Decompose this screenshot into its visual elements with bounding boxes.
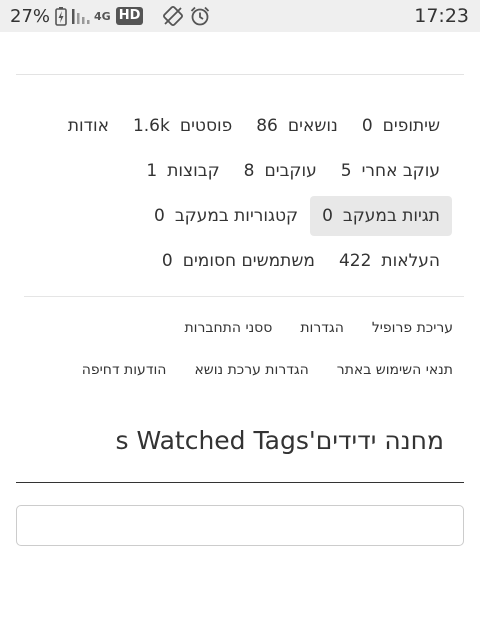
network-type: 4G bbox=[94, 9, 111, 23]
stat-label: משתמשים חסומים bbox=[182, 251, 315, 271]
stat-blocked-users[interactable]: משתמשים חסומים 0 bbox=[150, 241, 327, 281]
stat-groups[interactable]: קבוצות 1 bbox=[134, 151, 231, 191]
stat-label: תגיות במעקב bbox=[342, 206, 440, 226]
stat-followers[interactable]: עוקבים 8 bbox=[232, 151, 329, 191]
stats-row-1: אודות פוסטים 1.6k נושאים 86 שיתופים 0 bbox=[56, 106, 452, 146]
stat-label: נושאים bbox=[287, 116, 338, 136]
link-theme-settings[interactable]: הגדרות ערכת נושא bbox=[194, 362, 308, 378]
do-not-disturb-icon bbox=[163, 6, 184, 26]
settings-links-row-2: תנאי השימוש באתר הגדרות ערכת נושא הודעות… bbox=[54, 362, 453, 378]
stat-count: 5 bbox=[340, 161, 352, 181]
signal-icon bbox=[72, 9, 90, 24]
stat-label: עוקב אחרי bbox=[361, 161, 440, 181]
stat-count: 0 bbox=[154, 206, 165, 226]
stat-posts[interactable]: פוסטים 1.6k bbox=[121, 106, 244, 146]
stat-count: 0 bbox=[322, 206, 333, 226]
stat-label: העלאות bbox=[381, 251, 440, 271]
stat-count: 1 bbox=[146, 161, 158, 181]
link-edit-profile[interactable]: עריכת פרופיל bbox=[372, 320, 453, 336]
clock: 17:23 bbox=[414, 5, 469, 27]
stat-count: 0 bbox=[161, 251, 173, 271]
tag-search-input[interactable] bbox=[16, 505, 464, 546]
stat-about[interactable]: אודות bbox=[56, 106, 121, 146]
link-login-sessions[interactable]: ססני התחברות bbox=[184, 320, 272, 336]
status-icons: 27% 4G HD bbox=[10, 5, 211, 27]
link-settings[interactable]: הגדרות bbox=[300, 320, 343, 336]
stat-watched-tags[interactable]: תגיות במעקב 0 bbox=[310, 196, 452, 236]
stat-following[interactable]: עוקב אחרי 5 bbox=[329, 151, 452, 191]
stat-count: 422 bbox=[338, 251, 372, 271]
status-bar: 27% 4G HD 17:23 bbox=[0, 0, 480, 32]
battery-charging-icon bbox=[55, 7, 67, 26]
title-underline bbox=[16, 482, 464, 483]
stat-count: 1.6k bbox=[132, 116, 170, 136]
stats-row-3: קטגוריות במעקב 0 תגיות במעקב 0 bbox=[142, 196, 452, 236]
stat-watched-categories[interactable]: קטגוריות במעקב 0 bbox=[142, 196, 310, 236]
page-title: מחנה ידידים's Watched Tags bbox=[115, 426, 445, 455]
settings-links-row-1: עריכת פרופיל הגדרות ססני התחברות bbox=[156, 320, 453, 336]
stat-label: שיתופים bbox=[382, 116, 440, 136]
stat-label: עוקבים bbox=[264, 161, 317, 181]
stat-count: 0 bbox=[361, 116, 373, 136]
stat-label: קבוצות bbox=[167, 161, 220, 181]
stat-label: אודות bbox=[67, 116, 109, 136]
stat-label: פוסטים bbox=[179, 116, 233, 136]
stats-row-2: קבוצות 1 עוקבים 8 עוקב אחרי 5 bbox=[134, 151, 452, 191]
top-divider bbox=[16, 74, 464, 75]
stat-topics[interactable]: נושאים 86 bbox=[244, 106, 350, 146]
hd-badge: HD bbox=[115, 7, 144, 25]
stat-shares[interactable]: שיתופים 0 bbox=[350, 106, 452, 146]
stat-count: 86 bbox=[256, 116, 278, 136]
link-terms-of-use[interactable]: תנאי השימוש באתר bbox=[337, 362, 453, 378]
section-divider bbox=[24, 296, 464, 297]
battery-percent: 27% bbox=[10, 5, 51, 27]
link-push-notifications[interactable]: הודעות דחיפה bbox=[82, 362, 167, 378]
stat-count: 8 bbox=[243, 161, 255, 181]
stats-row-4: משתמשים חסומים 0 העלאות 422 bbox=[150, 241, 452, 281]
stat-uploads[interactable]: העלאות 422 bbox=[327, 241, 452, 281]
alarm-clock-icon bbox=[191, 6, 210, 26]
stat-label: קטגוריות במעקב bbox=[174, 206, 299, 226]
